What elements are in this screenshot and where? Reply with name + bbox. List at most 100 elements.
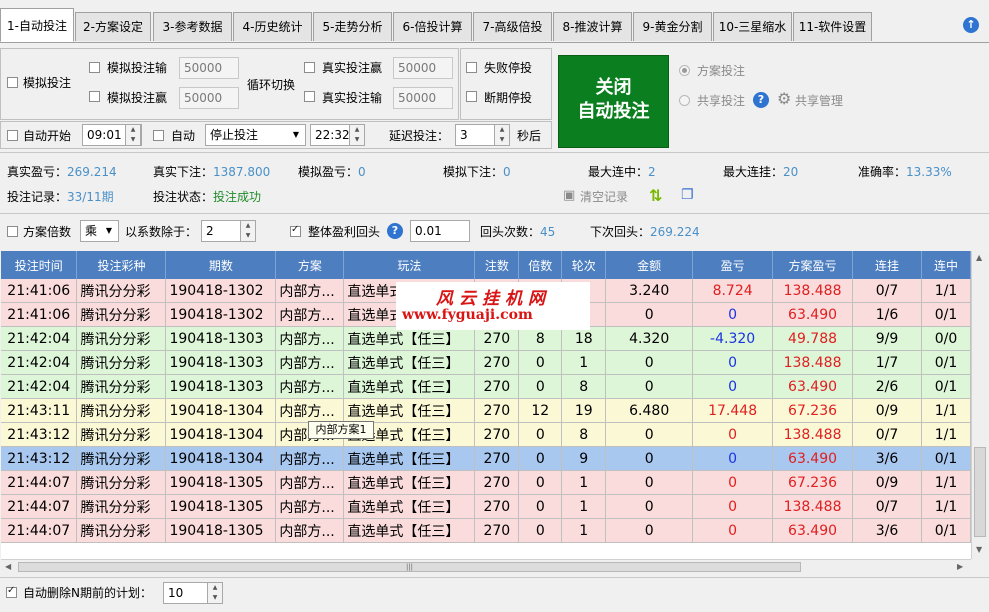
- trash-icon[interactable]: ▣: [563, 188, 575, 203]
- table-cell: 67.236: [772, 470, 854, 495]
- overall-return-checkbox[interactable]: [290, 224, 301, 237]
- plan-bet-label: 方案投注: [697, 64, 746, 78]
- table-row[interactable]: 21:43:12腾讯分分彩190418-1304内部方...直选单式【任三】27…: [1, 446, 971, 471]
- table-row[interactable]: 21:43:11 腾讯分分彩 190418-1304 内部方... 直选单式【任三】 27…: [1, 398, 971, 423]
- sim-win-checkbox[interactable]: [89, 91, 100, 102]
- table-cell: 21:41:06: [1, 302, 78, 327]
- start-time-spinner[interactable]: ▲ ▼: [125, 124, 141, 146]
- table-row[interactable]: 21:42:04 腾讯分分彩 190418-1303 内部方... 直选单式【任三】 27…: [1, 374, 971, 399]
- column-header[interactable]: 连中: [921, 251, 971, 279]
- column-header[interactable]: 金额: [605, 251, 694, 279]
- table-row[interactable]: 21:44:07 腾讯分分彩 190418-1305 内部方... 直选单式【任三】 27…: [1, 470, 971, 495]
- column-header[interactable]: 投注时间: [1, 251, 78, 279]
- help-icon[interactable]: ?: [387, 223, 403, 239]
- table-cell: 1/1: [921, 494, 971, 519]
- column-header[interactable]: 盈亏: [692, 251, 774, 279]
- column-header[interactable]: 投注彩种: [76, 251, 167, 279]
- auto-start-checkbox[interactable]: [7, 130, 18, 141]
- table-row[interactable]: 21:42:04 腾讯分分彩 190418-1303 内部方... 直选单式【任三】 27…: [1, 350, 971, 375]
- plan-multiplier-checkbox[interactable]: [7, 226, 18, 237]
- scroll-left-arrow[interactable]: ◀: [5, 562, 11, 571]
- table-row[interactable]: 21:44:07 腾讯分分彩 190418-1305 内部方... 直选单式【任三】 27…: [1, 494, 971, 519]
- tab-advanced-multiplier[interactable]: 7-高级倍投: [473, 12, 552, 41]
- plan-bet-radio[interactable]: [679, 65, 690, 76]
- column-header[interactable]: 期数: [165, 251, 277, 279]
- tab-history-stats[interactable]: 4-历史统计: [233, 12, 312, 41]
- table-cell: 内部方...: [275, 446, 345, 471]
- toggle-auto-bet-button[interactable]: 关闭 自动投注: [558, 55, 669, 148]
- auto-delete-label: 自动删除N期前的计划：: [23, 586, 152, 600]
- table-cell: 21:44:07: [1, 494, 78, 519]
- table-row[interactable]: 21:43:12腾讯分分彩190418-1304内部方...直选单式【任三】27…: [1, 422, 971, 447]
- table-cell: 0: [692, 374, 774, 399]
- gear-icon[interactable]: ⚙: [777, 90, 791, 108]
- column-header[interactable]: 方案: [275, 251, 345, 279]
- auto-delete-spinner[interactable]: ▲ ▼: [207, 582, 223, 604]
- table-cell: 内部方...: [275, 326, 345, 351]
- divide-label: 以系数除于：: [125, 225, 198, 239]
- action-select[interactable]: 停止投注 ▼: [205, 124, 306, 146]
- clear-record-button[interactable]: 清空记录: [580, 190, 628, 204]
- tab-golden-split[interactable]: 9-黄金分割: [633, 12, 712, 41]
- table-cell: 190418-1302: [165, 279, 277, 303]
- vertical-scrollbar[interactable]: ▲ ▼: [971, 251, 989, 559]
- end-time-spinner[interactable]: ▲ ▼: [349, 124, 365, 146]
- real-lose-input[interactable]: 50000: [393, 87, 453, 109]
- scroll-right-arrow[interactable]: ▶: [957, 562, 963, 571]
- vertical-scroll-thumb[interactable]: [974, 447, 986, 537]
- table-cell: 49.788: [772, 326, 854, 351]
- up-arrow-icon[interactable]: ↑: [963, 17, 979, 33]
- tab-auto-bet[interactable]: 1-自动投注: [0, 8, 74, 42]
- column-header[interactable]: 倍数: [518, 251, 563, 279]
- help-icon[interactable]: ?: [753, 92, 769, 108]
- table-cell: 0/7: [852, 279, 922, 303]
- tab-multiplier-calc[interactable]: 6-倍投计算: [393, 12, 472, 41]
- up-down-arrows-icon[interactable]: ⇅: [649, 186, 662, 205]
- window-icon[interactable]: ❐: [681, 187, 694, 203]
- sim-lose-checkbox[interactable]: [89, 62, 100, 73]
- column-header[interactable]: 方案盈亏: [772, 251, 854, 279]
- sim-bet-checkbox[interactable]: [7, 77, 18, 88]
- column-header[interactable]: 轮次: [561, 251, 607, 279]
- column-header[interactable]: 玩法: [343, 251, 476, 279]
- share-bet-radio[interactable]: [679, 95, 690, 106]
- table-cell: 0: [605, 518, 694, 543]
- delay-spinner[interactable]: ▲ ▼: [494, 124, 510, 146]
- tab-trend-analysis[interactable]: 5-走势分析: [313, 12, 392, 41]
- table-cell: 21:42:04: [1, 326, 78, 351]
- table-cell: 0: [518, 374, 563, 399]
- share-manage-label[interactable]: 共享管理: [795, 94, 843, 108]
- tab-three-star[interactable]: 10-三星缩水: [713, 12, 792, 41]
- horizontal-scrollbar[interactable]: ◀ ||| ▶: [1, 559, 971, 575]
- table-row[interactable]: 21:42:04 腾讯分分彩 190418-1303 内部方... 直选单式【任三】 27…: [1, 326, 971, 351]
- tab-software-settings[interactable]: 11-软件设置: [793, 12, 872, 41]
- real-win-input[interactable]: 50000: [393, 57, 453, 79]
- table-cell: 8.724: [692, 279, 774, 303]
- scroll-up-arrow[interactable]: ▲: [976, 253, 982, 262]
- table-cell: -4.320: [692, 326, 774, 351]
- auto-delete-checkbox[interactable]: [6, 585, 17, 598]
- table-row[interactable]: 21:44:07 腾讯分分彩 190418-1305 内部方... 直选单式【任三】 27…: [1, 518, 971, 543]
- scroll-down-arrow[interactable]: ▼: [976, 545, 982, 554]
- fail-stop-checkbox[interactable]: [466, 62, 477, 73]
- horizontal-scroll-thumb[interactable]: |||: [18, 562, 801, 572]
- operator-select[interactable]: 乘 ▼: [80, 220, 119, 242]
- tab-plan-setting[interactable]: 2-方案设定: [75, 12, 151, 41]
- column-header[interactable]: 注数: [474, 251, 520, 279]
- sim-win-input[interactable]: 50000: [179, 87, 239, 109]
- operator-select-value: 乘: [85, 224, 98, 238]
- overall-return-input[interactable]: 0.01: [410, 220, 470, 242]
- table-cell: 1/1: [921, 470, 971, 495]
- auto-checkbox[interactable]: [153, 130, 164, 141]
- real-win-checkbox[interactable]: [304, 62, 315, 73]
- column-header[interactable]: 连挂: [852, 251, 922, 279]
- real-lose-checkbox[interactable]: [304, 91, 315, 102]
- break-stop-checkbox[interactable]: [466, 91, 477, 102]
- tab-wave-calc[interactable]: 8-推波计算: [553, 12, 632, 41]
- divide-spinner[interactable]: ▲ ▼: [240, 220, 256, 242]
- sim-lose-input[interactable]: 50000: [179, 57, 239, 79]
- action-select-value: 停止投注: [210, 128, 259, 142]
- table-cell: 270: [474, 326, 520, 351]
- table-cell: 270: [474, 422, 520, 447]
- tab-reference-data[interactable]: 3-参考数据: [153, 12, 232, 41]
